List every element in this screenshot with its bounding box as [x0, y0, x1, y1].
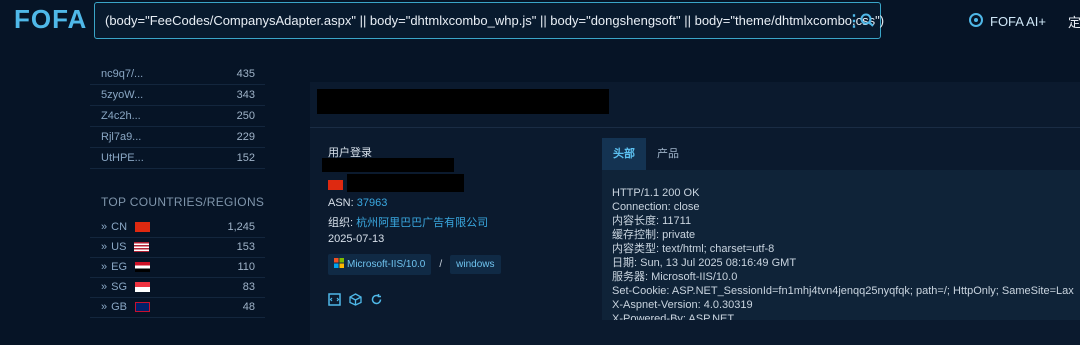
chevron-right-icon: » [101, 241, 108, 253]
code-icon[interactable] [328, 293, 341, 311]
server-tag-label: Microsoft-IIS/10.0 [347, 259, 426, 270]
response-headers: HTTP/1.1 200 OK Connection: close 内容长度: … [602, 170, 1080, 320]
org-link[interactable]: 杭州阿里巴巴广告有限公司 [356, 217, 488, 229]
search-query[interactable]: (body="FeeCodes/CompanysAdapter.aspx" ||… [105, 13, 884, 28]
stat-row[interactable]: 5zyoW... 343 [90, 86, 265, 106]
header-line: 服务器: Microsoft-IIS/10.0 [612, 271, 738, 283]
countries-title: TOP COUNTRIES/REGIONS [101, 195, 265, 209]
country-row[interactable]: » US 153 [90, 238, 265, 258]
china-flag-icon [135, 222, 151, 232]
date: 2025-07-13 [328, 233, 385, 245]
windows-icon [334, 258, 344, 271]
stat-count: 152 [236, 152, 255, 164]
result-title-bar [310, 82, 1080, 128]
tab-headers[interactable]: 头部 [602, 138, 646, 170]
stat-row[interactable]: Z4c2h... 250 [90, 107, 265, 127]
header-line: X-Powered-By: ASP.NET [612, 313, 735, 320]
stat-count: 229 [236, 131, 255, 143]
detail-panel: 头部 产品 HTTP/1.1 200 OK Connection: close … [602, 138, 1080, 345]
stat-count: 250 [236, 110, 255, 122]
top-bar: FOFA (body="FeeCodes/CompanysAdapter.asp… [0, 0, 1080, 40]
tag-separator: / [439, 259, 443, 270]
location-row [328, 180, 343, 190]
stat-name: nc9q7/... [101, 68, 144, 80]
stat-name: UtHPE... [101, 152, 144, 164]
stat-name: Rjl7a9... [101, 131, 142, 143]
stat-row[interactable]: Rjl7a9... 229 [90, 128, 265, 148]
header-line: 缓存控制: private [612, 229, 696, 241]
country-code: EG [111, 261, 128, 273]
stat-count: 435 [236, 68, 255, 80]
stat-row[interactable]: nc9q7/... 435 [90, 65, 265, 85]
cube-icon[interactable] [349, 293, 362, 311]
asn-label: ASN: [328, 197, 354, 209]
os-tag[interactable]: windows [450, 255, 501, 274]
stat-name: Z4c2h... [101, 110, 141, 122]
stat-count: 343 [236, 89, 255, 101]
china-flag-icon [328, 180, 343, 190]
country-count: 153 [236, 241, 255, 253]
header-line: 内容类型: text/html; charset=utf-8 [612, 243, 775, 255]
uk-flag-icon [135, 302, 151, 312]
country-code: CN [111, 221, 128, 233]
header-line: X-Aspnet-Version: 4.0.30319 [612, 299, 753, 311]
fofa-logo[interactable]: FOFA [14, 4, 87, 35]
fofa-ai-button[interactable]: FOFA AI+ [968, 12, 1046, 31]
redacted-ip [322, 158, 454, 172]
header-line: Set-Cookie: ASP.NET_SessionId=fn1mhj4tvn… [612, 285, 1074, 297]
search-icon[interactable] [860, 13, 874, 32]
tag-row: Microsoft-IIS/10.0 / windows [328, 254, 501, 275]
country-count: 83 [242, 281, 255, 293]
action-icons [328, 293, 383, 311]
usa-flag-icon [134, 242, 150, 252]
server-tag[interactable]: Microsoft-IIS/10.0 [328, 254, 432, 275]
asn-row: ASN: 37963 [328, 197, 387, 209]
redacted-host [317, 89, 609, 114]
stats-sidebar: nc9q7/... 435 5zyoW... 343 Z4c2h... 250 Rjl… [90, 40, 265, 345]
truncated-nav-item[interactable]: 定 [1068, 12, 1080, 31]
ai-icon [968, 12, 984, 31]
chevron-right-icon: » [101, 261, 108, 273]
country-count: 110 [237, 261, 255, 273]
chevron-right-icon: » [101, 281, 108, 293]
country-code: GB [111, 301, 128, 313]
header-line: 日期: Sun, 13 Jul 2025 08:16:49 GMT [612, 257, 797, 269]
header-line: Connection: close [612, 201, 700, 213]
country-row[interactable]: » EG 110 [90, 258, 265, 278]
country-code: SG [111, 281, 128, 293]
country-code: US [111, 241, 127, 253]
country-row[interactable]: » CN 1,245 [90, 218, 265, 238]
header-line: HTTP/1.1 200 OK [612, 187, 700, 199]
org-label: 组织: [328, 217, 354, 229]
stat-row[interactable]: UtHPE... 152 [90, 149, 265, 169]
stat-name: 5zyoW... [101, 89, 144, 101]
country-row[interactable]: » SG 83 [90, 278, 265, 298]
ai-label: FOFA AI+ [990, 14, 1046, 29]
asn-link[interactable]: 37963 [357, 197, 388, 209]
egypt-flag-icon [135, 262, 151, 272]
tab-products[interactable]: 产品 [646, 138, 690, 170]
org-row: 组织: 杭州阿里巴巴广告有限公司 [328, 214, 488, 230]
country-count: 48 [242, 301, 255, 313]
refresh-icon[interactable] [370, 293, 383, 311]
chevron-right-icon: » [101, 221, 108, 233]
redacted-location [347, 174, 464, 192]
header-line: 内容长度: 11711 [612, 215, 692, 227]
result-card: 用户登录 ASN: 37963 组织: 杭州阿里巴巴广告有限公司 2025-07… [310, 82, 1080, 345]
search-bar[interactable]: (body="FeeCodes/CompanysAdapter.aspx" ||… [94, 2, 884, 39]
detail-tabs: 头部 产品 [602, 138, 690, 170]
singapore-flag-icon [135, 282, 151, 292]
country-count: 1,245 [227, 221, 255, 233]
chevron-right-icon: » [101, 301, 108, 313]
country-row[interactable]: » GB 48 [90, 298, 265, 318]
